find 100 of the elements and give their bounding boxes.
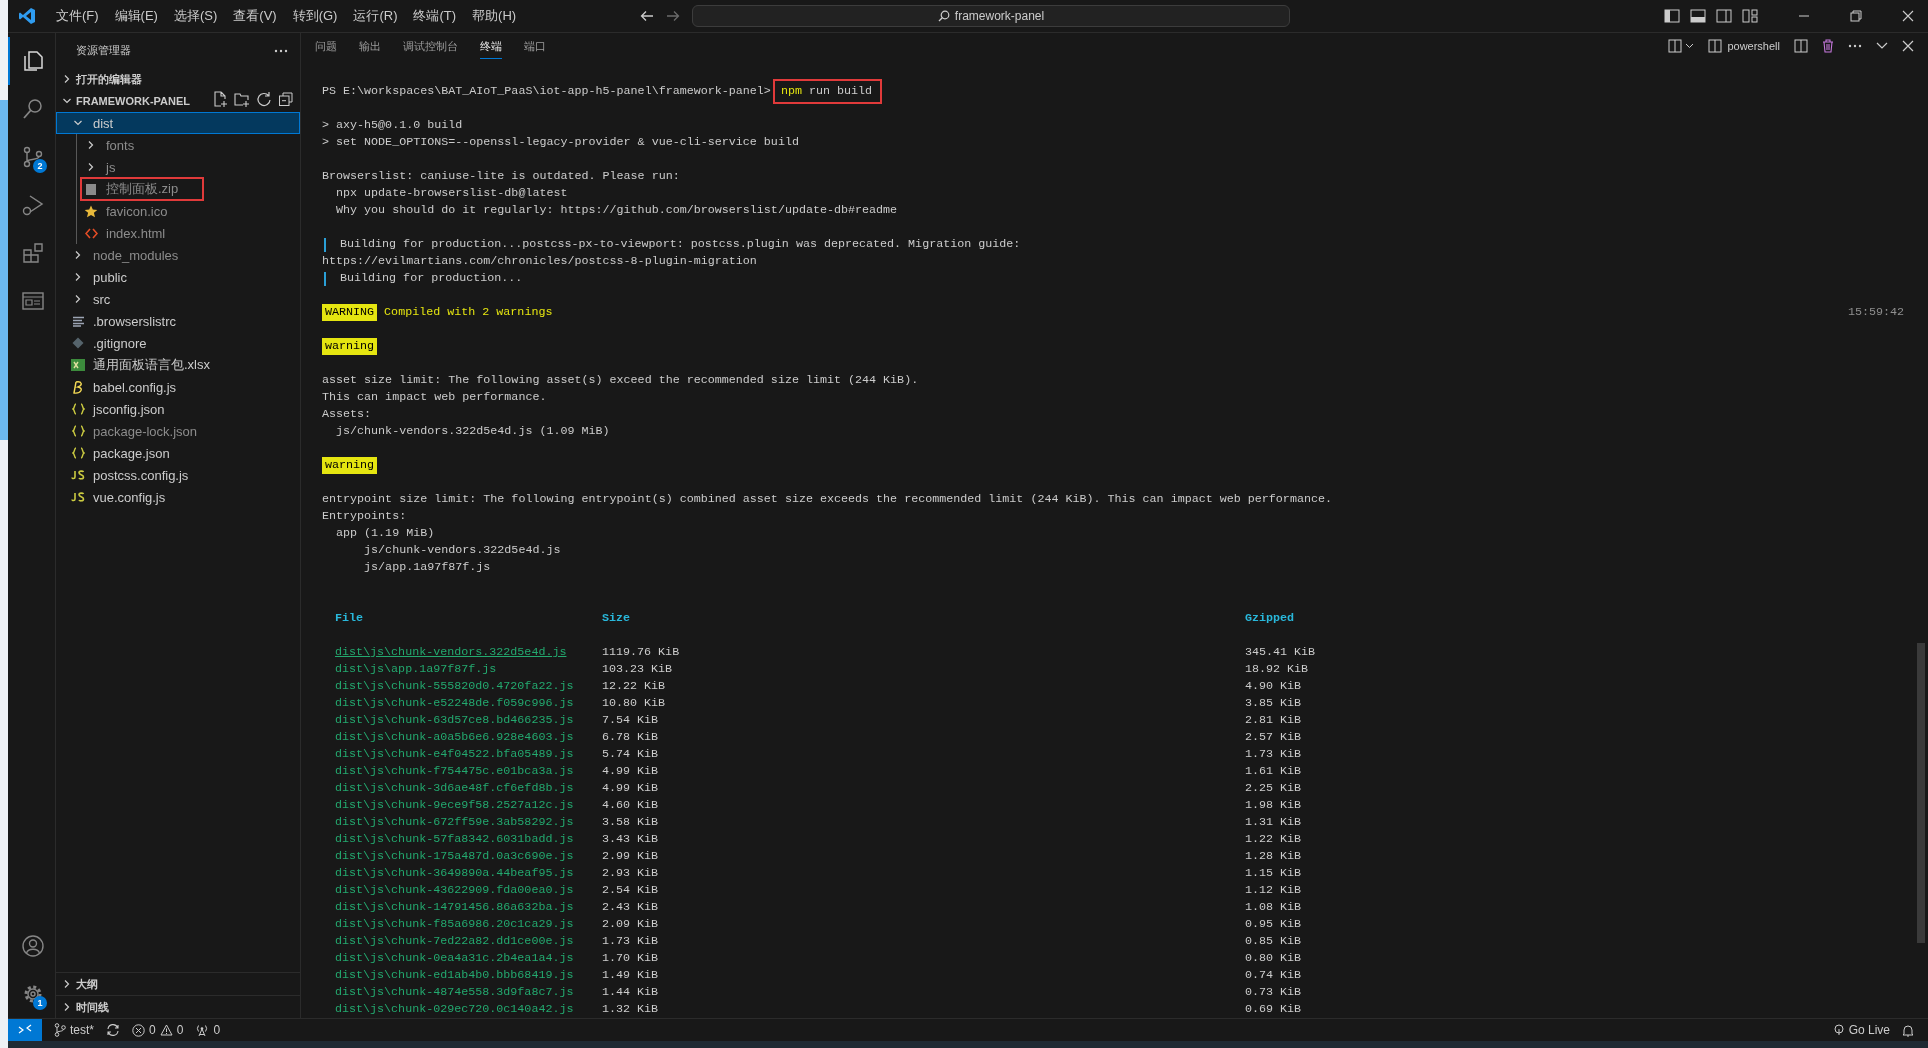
file-tree-item[interactable]: package-lock.json	[56, 420, 300, 442]
warning-badge: warning	[322, 338, 378, 355]
file-link[interactable]: dist\js\chunk-f754475c.e01bca3a.js	[335, 763, 574, 780]
file-link[interactable]: dist\js\chunk-9ece9f58.2527a12c.js	[335, 797, 574, 814]
split-icon[interactable]	[1668, 39, 1683, 53]
panel-tab[interactable]: 调试控制台	[403, 33, 458, 59]
file-link[interactable]: dist\js\chunk-4874e558.3d9fa8c7.js	[335, 984, 574, 1001]
file-tree-item[interactable]: js	[57, 156, 300, 178]
search-icon[interactable]	[20, 97, 45, 121]
chevron-down-icon[interactable]	[1876, 42, 1888, 50]
panel-tab[interactable]: 问题	[315, 33, 337, 59]
new-file-icon[interactable]	[212, 91, 228, 107]
file-link[interactable]: dist\js\chunk-vendors.322d5e4d.js	[335, 644, 567, 661]
file-tree-item[interactable]: favicon.ico	[57, 200, 300, 222]
file-tree-item[interactable]: postcss.config.js	[56, 464, 300, 486]
sync-icon[interactable]	[106, 1023, 120, 1037]
file-tree-item[interactable]: babel.config.js	[56, 376, 300, 398]
file-link[interactable]: dist\js\chunk-7ed22a82.dd1ce00e.js	[335, 933, 574, 950]
warning-badge: WARNING	[322, 304, 378, 321]
account-icon[interactable]	[20, 934, 45, 958]
scrollbar-thumb[interactable]	[1917, 643, 1925, 943]
layout-panel-icon[interactable]	[20, 289, 45, 313]
file-tree-item[interactable]: index.html	[57, 222, 300, 244]
customize-layout-icon[interactable]	[1742, 9, 1758, 23]
toggle-panel-icon[interactable]	[1690, 9, 1706, 23]
file-tree-item[interactable]: dist	[56, 112, 300, 134]
new-folder-icon[interactable]	[234, 91, 250, 107]
menu-item[interactable]: 选择(S)	[165, 7, 226, 25]
file-link[interactable]: dist\js\chunk-a0a5b6e6.928e4603.js	[335, 729, 574, 746]
bell-icon[interactable]	[1902, 1023, 1914, 1037]
file-tree-item[interactable]: .browserslistrc	[56, 310, 300, 332]
file-tree-item[interactable]: fonts	[57, 134, 300, 156]
file-link[interactable]: dist\js\chunk-555820d0.4720fa22.js	[335, 678, 574, 695]
file-link[interactable]: dist\js\chunk-63d57ce8.bd466235.js	[335, 712, 574, 729]
file-link[interactable]: dist\js\chunk-672ff59e.3ab58292.js	[335, 814, 574, 831]
problems-status[interactable]: 0 0	[132, 1023, 184, 1037]
panel-tab[interactable]: 端口	[524, 33, 546, 59]
count-badge: 2	[33, 159, 47, 173]
menu-item[interactable]: 编辑(E)	[106, 7, 166, 25]
text-lines-icon	[72, 315, 84, 327]
menu-item[interactable]: 帮助(H)	[464, 7, 525, 25]
file-link[interactable]: dist\js\chunk-ed1ab4b0.bbb68419.js	[335, 967, 574, 984]
file-link[interactable]: dist\js\chunk-3649890a.44beaf95.js	[335, 865, 574, 882]
forward-arrow-icon[interactable]	[666, 10, 680, 22]
go-live-button[interactable]: Go Live	[1832, 1023, 1890, 1037]
file-tree-item[interactable]: .gitignore	[56, 332, 300, 354]
menu-item[interactable]: 转到(G)	[284, 7, 346, 25]
extensions-icon[interactable]	[20, 241, 45, 265]
file-link[interactable]: dist\js\chunk-0ea4a31c.2b4ea1a4.js	[335, 950, 574, 967]
terminal-selector[interactable]: powershell	[1708, 39, 1780, 53]
file-link[interactable]: dist\js\chunk-175a487d.0a3c690e.js	[335, 848, 574, 865]
table-cell: 1.32 KiB	[602, 1001, 659, 1018]
caret-icon[interactable]	[1685, 43, 1695, 49]
section-header[interactable]: 时间线	[56, 995, 300, 1018]
file-link[interactable]: dist\js\app.1a97f87f.js	[335, 661, 497, 678]
file-tree-item[interactable]: jsconfig.json	[56, 398, 300, 420]
more-icon[interactable]	[1848, 44, 1862, 48]
trash-icon[interactable]	[1822, 39, 1834, 53]
toggle-sidebar-icon[interactable]	[1664, 9, 1680, 23]
file-link[interactable]: dist\js\chunk-f85a6986.20c1ca29.js	[335, 916, 574, 933]
table-cell: 1.73 KiB	[1245, 746, 1302, 763]
split-layout-icon[interactable]	[1716, 9, 1732, 23]
command-search-field[interactable]: framework-panel	[692, 5, 1290, 27]
split-icon[interactable]	[1794, 39, 1808, 53]
file-link[interactable]: dist\js\chunk-029ec720.0c140a42.js	[335, 1001, 574, 1018]
section-header[interactable]: 打开的编辑器	[56, 68, 300, 90]
panel-tab[interactable]: 终端	[480, 33, 502, 59]
restore-icon[interactable]	[1850, 10, 1862, 22]
menu-item[interactable]: 文件(F)	[48, 7, 107, 25]
close-icon[interactable]	[1902, 10, 1914, 22]
file-link[interactable]: dist\js\chunk-e52248de.f059c996.js	[335, 695, 574, 712]
file-link[interactable]: dist\js\chunk-e4f04522.bfa05489.js	[335, 746, 574, 763]
chevron-icon	[62, 1002, 72, 1012]
ports-status[interactable]: 0	[195, 1023, 221, 1037]
file-link[interactable]: dist\js\chunk-3d6ae48f.cf6efd8b.js	[335, 780, 574, 797]
back-arrow-icon[interactable]	[640, 10, 654, 22]
menu-item[interactable]: 终端(T)	[405, 7, 465, 25]
table-cell: 1.22 KiB	[1245, 831, 1302, 848]
play-bug-icon[interactable]	[20, 193, 45, 217]
close-icon[interactable]	[1902, 40, 1914, 52]
file-link[interactable]: dist\js\chunk-14791456.86a632ba.js	[335, 899, 574, 916]
section-header[interactable]: 大纲	[56, 972, 300, 995]
curly-braces-icon	[71, 425, 85, 437]
collapse-all-icon[interactable]	[278, 91, 294, 107]
file-link[interactable]: dist\js\chunk-57fa8342.6031badd.js	[335, 831, 574, 848]
menu-item[interactable]: 运行(R)	[345, 7, 406, 25]
file-tree-item[interactable]: public	[56, 266, 300, 288]
menu-item[interactable]: 查看(V)	[225, 7, 285, 25]
refresh-icon[interactable]	[256, 91, 272, 107]
file-tree-item[interactable]: node_modules	[56, 244, 300, 266]
file-tree-item[interactable]: vue.config.js	[56, 486, 300, 508]
file-tree-item[interactable]: package.json	[56, 442, 300, 464]
file-tree-item[interactable]: src	[56, 288, 300, 310]
more-icon[interactable]	[274, 48, 288, 53]
remote-button[interactable]	[8, 1019, 42, 1041]
branch-status[interactable]: test*	[54, 1023, 94, 1037]
section-header[interactable]: FRAMEWORK-PANEL	[56, 90, 300, 112]
panel-tab[interactable]: 输出	[359, 33, 381, 59]
file-tree-item[interactable]: 通用面板语言包.xlsx	[56, 354, 300, 376]
file-link[interactable]: dist\js\chunk-43622909.fda00ea0.js	[335, 882, 574, 899]
